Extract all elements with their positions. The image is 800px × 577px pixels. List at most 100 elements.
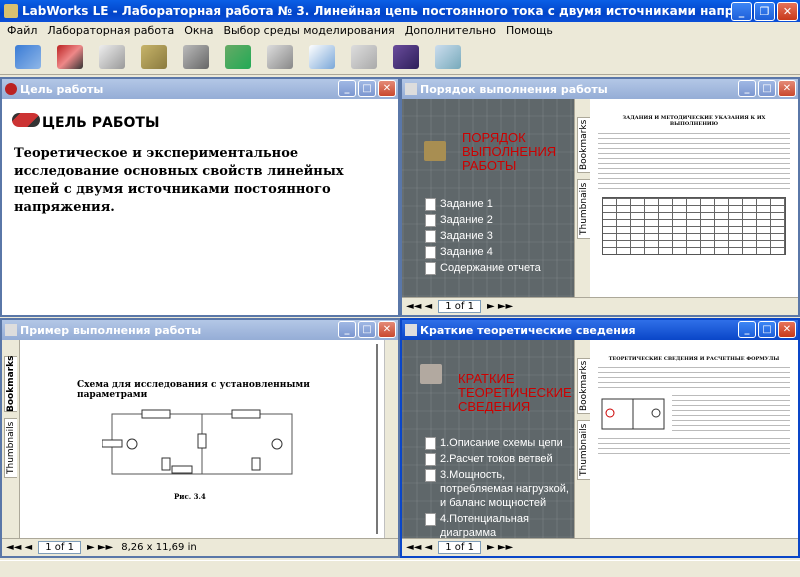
network-icon: [225, 44, 251, 69]
menu-file[interactable]: Файл: [2, 24, 42, 37]
close-button[interactable]: ✕: [777, 1, 798, 21]
menu-extra[interactable]: Дополнительно: [400, 24, 501, 37]
toolbar: [0, 39, 800, 75]
close-button[interactable]: ✕: [778, 80, 796, 97]
toc-item[interactable]: Задание 2: [424, 213, 541, 227]
folder-open-icon: [141, 44, 167, 69]
maximize-button[interactable]: □: [758, 321, 776, 338]
minimize-button[interactable]: _: [338, 321, 356, 338]
tab-bookmarks[interactable]: Bookmarks: [577, 358, 590, 414]
notepad-icon: [309, 44, 335, 69]
pen-button[interactable]: [344, 42, 384, 72]
menu-sim-env[interactable]: Выбор среды моделирования: [218, 24, 399, 37]
toc-item[interactable]: Задание 4: [424, 245, 541, 259]
doc-text-lines: [672, 393, 790, 433]
toc-item[interactable]: 2.Расчет токов ветвей: [424, 452, 574, 466]
notepad-button[interactable]: [302, 42, 342, 72]
students-icon: [15, 44, 41, 69]
theory-doc-left: КРАТКИЕ ТЕОРЕТИЧЕСКИЕ СВЕДЕНИЯ 1.Описани…: [402, 340, 590, 538]
tab-thumbnails[interactable]: Thumbnails: [577, 179, 590, 239]
circuit-diagram: [102, 409, 293, 475]
toc-item[interactable]: 4.Потенциальная диаграмма: [424, 512, 574, 538]
book-icon: [99, 44, 125, 69]
example-panel-titlebar[interactable]: Пример выполнения работы _ □ ✕: [2, 320, 398, 340]
goal-panel-titlebar[interactable]: Цель работы _ □ ✕: [2, 79, 398, 99]
maximize-button[interactable]: □: [758, 80, 776, 97]
pointer-gray-icon: [267, 44, 293, 69]
nav-tab-strip: Bookmarks Thumbnails: [574, 340, 590, 538]
toc-item[interactable]: 1.Описание схемы цепи: [424, 436, 574, 450]
goal-panel-title: Цель работы: [20, 82, 104, 96]
prev-page-icon[interactable]: ◄◄ ◄: [406, 542, 432, 553]
pointer-gray-button[interactable]: [260, 42, 300, 72]
toc-item[interactable]: Задание 3: [424, 229, 541, 243]
minimize-button[interactable]: _: [338, 80, 356, 97]
doc-table: [602, 197, 786, 255]
manual-button[interactable]: [386, 42, 426, 72]
close-button[interactable]: ✕: [778, 321, 796, 338]
pointer-button[interactable]: [50, 42, 90, 72]
network-button[interactable]: [218, 42, 258, 72]
book-icon: [405, 83, 417, 95]
folder-icon: [424, 141, 446, 161]
maximize-button[interactable]: □: [358, 321, 376, 338]
students-button[interactable]: [8, 42, 48, 72]
goal-content: ЦЕЛЬ РАБОТЫ Теоретическое и эксперимента…: [2, 99, 398, 315]
next-page-icon[interactable]: ► ►►: [87, 542, 113, 553]
close-button[interactable]: ✕: [378, 80, 396, 97]
calculator-button[interactable]: [428, 42, 468, 72]
close-button[interactable]: ✕: [378, 321, 396, 338]
example-panel: Пример выполнения работы _ □ ✕ Bookmarks T…: [0, 318, 400, 558]
tab-bookmarks[interactable]: Bookmarks: [577, 117, 590, 173]
example-pdf-navbar: ◄◄ ◄ 1 of 1 ► ►► 8,26 x 11,69 in: [2, 538, 398, 556]
toc-item[interactable]: Содержание отчета: [424, 261, 541, 275]
prev-page-icon[interactable]: ◄◄ ◄: [406, 301, 432, 312]
example-content: Bookmarks Thumbnails Схема для исследова…: [2, 340, 398, 556]
goal-panel: Цель работы _ □ ✕ ЦЕЛЬ РАБОТЫ Теоретическо…: [0, 77, 400, 317]
tab-thumbnails[interactable]: Thumbnails: [577, 420, 590, 480]
maximize-button[interactable]: ❐: [754, 1, 775, 21]
example-doc-page: Схема для исследования с установленными …: [32, 344, 378, 534]
order-panel-titlebar[interactable]: Порядок выполнения работы _ □ ✕: [402, 79, 798, 99]
minimize-button[interactable]: _: [738, 321, 756, 338]
manual-icon: [393, 44, 419, 69]
page-indicator[interactable]: 1 of 1: [38, 541, 81, 554]
toc-item[interactable]: Задание 1: [424, 197, 541, 211]
page-indicator[interactable]: 1 of 1: [438, 541, 481, 554]
pen-icon: [351, 44, 377, 69]
next-page-icon[interactable]: ► ►►: [487, 301, 513, 312]
theory-content: КРАТКИЕ ТЕОРЕТИЧЕСКИЕ СВЕДЕНИЯ 1.Описани…: [402, 340, 798, 556]
toc-item[interactable]: 3.Мощность, потребляемая нагрузкой, и ба…: [424, 468, 574, 510]
prev-page-icon[interactable]: ◄◄ ◄: [6, 542, 32, 553]
order-content: ПОРЯДОК ВЫПОЛНЕНИЯ РАБОТЫ Задание 1 Зада…: [402, 99, 798, 315]
maximize-button[interactable]: □: [358, 80, 376, 97]
tab-bookmarks[interactable]: Bookmarks: [4, 356, 17, 412]
menu-help[interactable]: Помощь: [501, 24, 558, 37]
order-panel: Порядок выполнения работы _ □ ✕ ПОРЯДОК ВЫ…: [400, 77, 800, 317]
menu-windows[interactable]: Окна: [179, 24, 218, 37]
minimize-button[interactable]: _: [738, 80, 756, 97]
page-indicator[interactable]: 1 of 1: [438, 300, 481, 313]
vertical-scrollbar[interactable]: [384, 340, 398, 538]
next-page-icon[interactable]: ► ►►: [487, 542, 513, 553]
save-button[interactable]: [176, 42, 216, 72]
menu-lab-work[interactable]: Лабораторная работа: [42, 24, 179, 37]
doc-text-lines: [598, 131, 790, 191]
minimize-button[interactable]: _: [731, 1, 752, 21]
book-button[interactable]: [92, 42, 132, 72]
pointer-icon: [57, 44, 83, 69]
goal-text: Теоретическое и экспериментальное исслед…: [14, 146, 344, 215]
theory-toc: 1.Описание схемы цепи 2.Расчет токов вет…: [424, 436, 574, 538]
scheme-title: Схема для исследования с установленными …: [77, 380, 310, 400]
book-icon: [420, 364, 442, 384]
theory-section-title: КРАТКИЕ ТЕОРЕТИЧЕСКИЕ СВЕДЕНИЯ: [458, 371, 572, 414]
figure-caption: Рис. 3.4: [174, 492, 206, 501]
window-titlebar: LabWorks LE - Лабораторная работа № 3. Л…: [0, 0, 800, 22]
order-doc-left: ПОРЯДОК ВЫПОЛНЕНИЯ РАБОТЫ Задание 1 Зада…: [402, 99, 590, 297]
tab-thumbnails[interactable]: Thumbnails: [4, 418, 17, 478]
theory-circuit-diagram: [601, 398, 665, 430]
nav-tab-strip: Bookmarks Thumbnails: [2, 340, 20, 538]
goal-heading: ЦЕЛЬ РАБОТЫ: [42, 115, 160, 131]
folder-open-button[interactable]: [134, 42, 174, 72]
theory-panel-titlebar[interactable]: Краткие теоретические сведения _ □ ✕: [402, 320, 798, 340]
